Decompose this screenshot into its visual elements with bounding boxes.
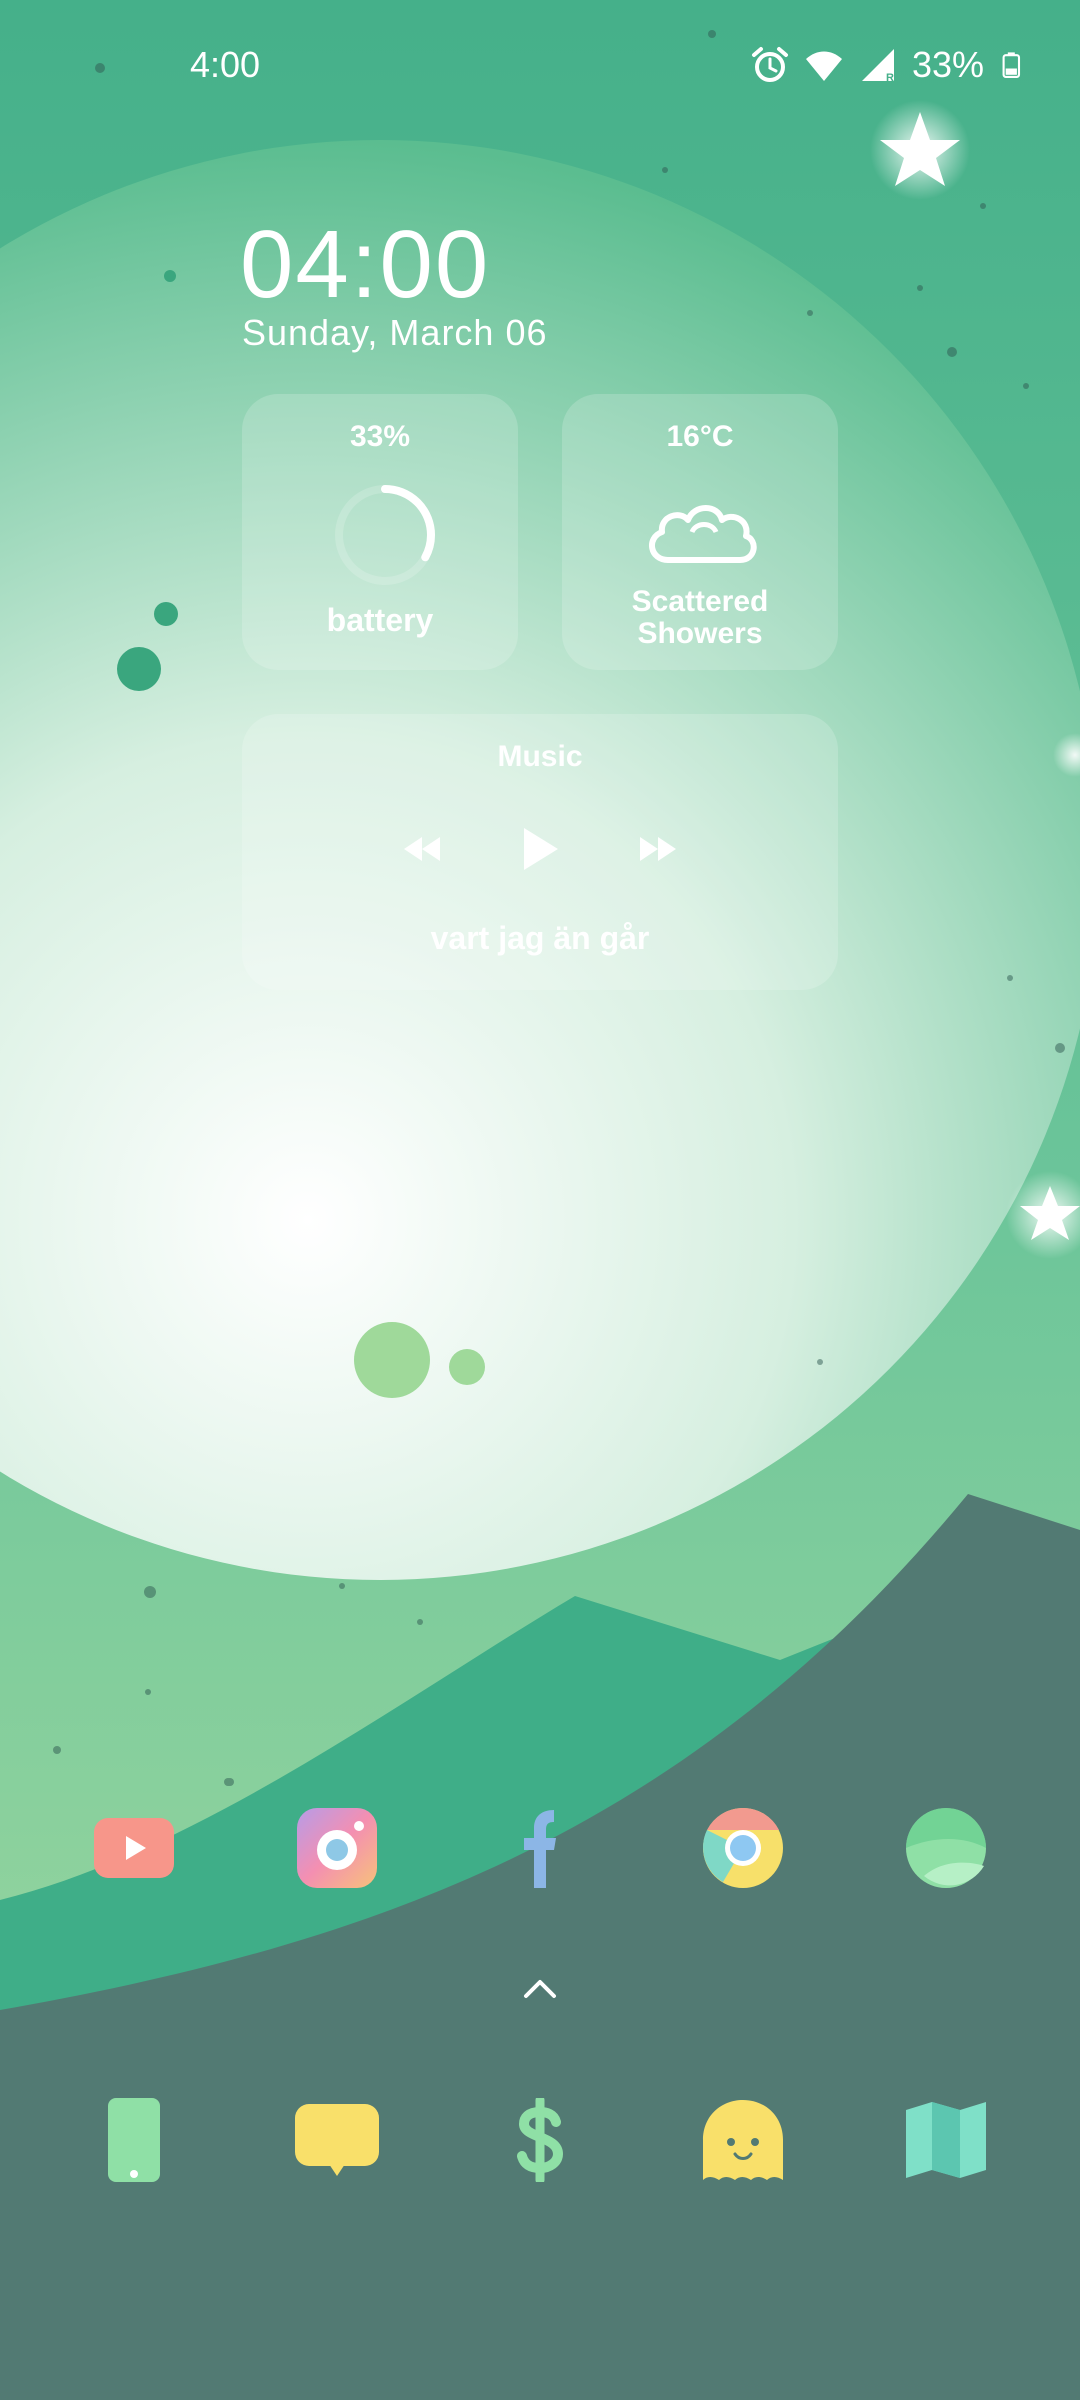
youtube-icon <box>94 1818 174 1878</box>
wifi-icon <box>805 51 842 81</box>
weather-condition-line2: Showers <box>637 617 763 650</box>
facebook-app[interactable] <box>498 1806 582 1890</box>
battery-ring-icon <box>335 485 435 585</box>
svg-text:R: R <box>886 72 894 84</box>
browser-icon <box>906 1808 986 1888</box>
weather-condition: Scattered Showers <box>562 586 838 650</box>
youtube-app[interactable] <box>92 1806 176 1890</box>
rewind-icon[interactable] <box>402 835 442 863</box>
facebook-icon <box>524 1810 556 1888</box>
ghost-app[interactable] <box>701 2098 785 2182</box>
music-widget[interactable]: Music vart jag än går <box>242 714 838 990</box>
maps-icon <box>906 2102 986 2178</box>
wallet-icon <box>517 2098 564 2182</box>
clock-widget-date: Sunday, March 06 <box>242 312 548 353</box>
battery-widget[interactable]: 33% battery <box>242 394 518 670</box>
messages-icon <box>295 2104 379 2176</box>
play-icon[interactable] <box>520 826 560 872</box>
maps-app[interactable] <box>904 2098 988 2182</box>
alarm-icon <box>751 47 788 82</box>
weather-widget[interactable]: 16°C Scattered Showers <box>562 394 838 670</box>
phone-app[interactable] <box>92 2098 176 2182</box>
status-time: 4:00 <box>190 44 261 85</box>
clock-widget-time[interactable]: 04:00 <box>240 210 490 320</box>
signal-icon: R <box>861 49 894 84</box>
camera-icon <box>297 1808 377 1888</box>
music-widget-title: Music <box>497 740 583 773</box>
battery-widget-label: battery <box>326 602 434 638</box>
music-controls <box>242 826 838 872</box>
battery-icon <box>1002 52 1021 78</box>
chrome-app[interactable] <box>701 1806 785 1890</box>
ghost-icon <box>703 2100 783 2180</box>
phone-icon <box>108 2098 160 2182</box>
battery-widget-percent: 33% <box>349 420 411 453</box>
fast-forward-icon[interactable] <box>638 835 678 863</box>
messages-app[interactable] <box>295 2098 379 2182</box>
wallet-app[interactable] <box>498 2098 582 2182</box>
browser-app[interactable] <box>904 1806 988 1890</box>
app-drawer-chevron-up-icon[interactable] <box>522 1976 558 2000</box>
camera-app[interactable] <box>295 1806 379 1890</box>
status-icons: R 33% <box>750 44 1026 86</box>
weather-condition-line1: Scattered <box>631 585 769 618</box>
wallpaper <box>0 0 1080 2400</box>
weather-temperature: 16°C <box>666 420 734 453</box>
music-track-title: vart jag än går <box>430 920 650 956</box>
chrome-icon <box>703 1807 783 1888</box>
status-battery-percent: 33% <box>911 44 984 85</box>
cloud-icon <box>649 505 757 563</box>
